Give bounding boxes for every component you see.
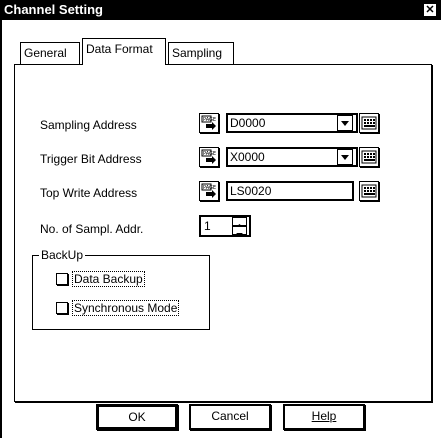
svg-text:PAGE: PAGE xyxy=(203,117,216,123)
sampling-address-dropdown-icon[interactable] xyxy=(337,115,353,131)
spin-down-icon[interactable] xyxy=(232,226,247,236)
tab-data-format-label: Data Format xyxy=(86,42,153,56)
close-icon[interactable]: ✕ xyxy=(423,3,437,17)
channel-setting-dialog: Channel Setting ✕ General Data Format Sa… xyxy=(0,0,441,438)
num-sampl-addr-value: 1 xyxy=(204,219,211,233)
trigger-bit-address-value: X0000 xyxy=(230,150,265,164)
backup-group: BackUp xyxy=(32,248,210,330)
page-address-icon[interactable]: PAGE xyxy=(199,113,219,133)
tab-general-label: General xyxy=(24,46,67,60)
svg-text:PAGE: PAGE xyxy=(203,151,216,157)
num-sampl-addr-label: No. of Sampl. Addr. xyxy=(40,222,144,236)
tab-sampling-label: Sampling xyxy=(172,46,223,60)
sampling-address-value: D0000 xyxy=(230,116,266,130)
backup-legend: BackUp xyxy=(39,248,86,262)
sampling-address-keypad-icon[interactable] xyxy=(359,113,379,133)
page-address-icon[interactable]: PAGE xyxy=(199,181,219,201)
data-backup-label[interactable]: Data Backup xyxy=(72,271,145,287)
trigger-bit-address-label: Trigger Bit Address xyxy=(40,152,142,166)
top-write-address-value: LS0020 xyxy=(230,184,272,198)
page-address-icon[interactable]: PAGE xyxy=(199,147,219,167)
sampling-address-label: Sampling Address xyxy=(40,118,137,132)
synchronous-mode-label[interactable]: Synchronous Mode xyxy=(72,300,180,316)
window-title: Channel Setting xyxy=(4,2,103,17)
synchronous-mode-checkbox[interactable] xyxy=(56,302,68,314)
svg-text:PAGE: PAGE xyxy=(203,185,216,191)
top-write-address-keypad-icon[interactable] xyxy=(359,181,379,201)
spin-up-icon[interactable] xyxy=(232,217,247,227)
ok-button[interactable]: OK xyxy=(96,404,178,430)
help-button[interactable]: Help xyxy=(283,404,365,430)
trigger-bit-address-dropdown-icon[interactable] xyxy=(337,149,353,165)
trigger-bit-address-keypad-icon[interactable] xyxy=(359,147,379,167)
top-write-address-field[interactable]: LS0020 xyxy=(226,181,354,201)
data-backup-checkbox[interactable] xyxy=(56,273,68,285)
tab-general[interactable]: General xyxy=(20,42,80,64)
title-bar: Channel Setting ✕ xyxy=(2,0,441,20)
top-write-address-label: Top Write Address xyxy=(40,186,138,200)
tab-data-format[interactable]: Data Format xyxy=(82,38,166,65)
cancel-button[interactable]: Cancel xyxy=(189,404,271,430)
tab-sampling[interactable]: Sampling xyxy=(168,42,234,64)
